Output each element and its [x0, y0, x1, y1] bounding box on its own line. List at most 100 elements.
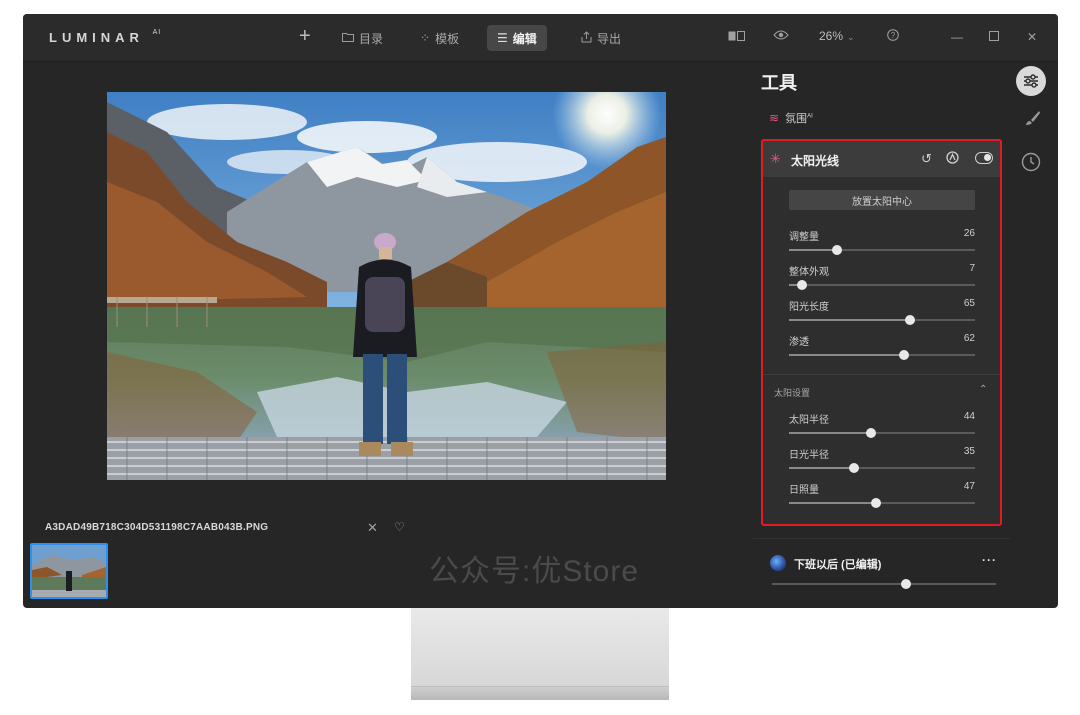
tab-catalog[interactable]: 目录	[332, 25, 393, 51]
monitor-stand-base	[411, 686, 669, 700]
slider-value: 35	[963, 446, 975, 457]
sunrays-toggle[interactable]	[975, 152, 993, 164]
slider-knob[interactable]	[901, 579, 912, 589]
close-icon[interactable]: ✕	[1027, 29, 1037, 45]
file-name: A3DAD49B718C304D531198C7AAB043B.PNG	[45, 522, 269, 533]
sunrays-tool-panel: ✳ 太阳光线 ↺ 放置太阳中心 调整量 26 整体外观 7 阳光长度 65 渗透…	[761, 139, 1002, 526]
photo-canvas[interactable]	[107, 92, 666, 480]
atmosphere-label-text: 氛围	[785, 113, 808, 125]
tab-export[interactable]: 导出	[571, 25, 631, 51]
slider-knob[interactable]	[797, 280, 808, 290]
eye-icon[interactable]	[773, 29, 789, 45]
tab-catalog-label: 目录	[359, 31, 384, 46]
sliders-icon	[1024, 74, 1038, 88]
place-sun-center-button[interactable]: 放置太阳中心	[789, 190, 975, 210]
logo-sup: AI	[152, 28, 162, 36]
tool-atmosphere-label: 氛围AI	[785, 110, 813, 126]
help-icon[interactable]: ?	[887, 29, 899, 45]
preset-avatar	[770, 555, 786, 571]
sun-settings-section[interactable]: 太阳设置	[774, 386, 810, 399]
chevron-down-icon: ⌄	[847, 32, 855, 42]
slider-fill	[789, 319, 910, 321]
slider-fill	[789, 249, 838, 251]
atmosphere-label-sup: AI	[807, 113, 813, 120]
slider-label: 日光半径	[789, 450, 829, 461]
slider-label: 整体外观	[789, 267, 829, 278]
atmosphere-icon: ≋	[769, 111, 780, 125]
slider-knob[interactable]	[849, 463, 860, 473]
zoom-select[interactable]: 26% ⌄	[819, 29, 855, 43]
slider-knob[interactable]	[832, 245, 843, 255]
app-logo: LUMINAR AI	[49, 28, 162, 45]
slider-label: 渗透	[789, 337, 809, 348]
zoom-value: 26%	[819, 29, 844, 43]
preset-name[interactable]: 下班以后 (已编辑)	[794, 556, 881, 572]
sun-icon: ✳	[770, 151, 781, 166]
sunrays-title: 太阳光线	[791, 154, 840, 168]
chevron-up-icon[interactable]: ⌃	[979, 384, 987, 395]
brush-icon[interactable]	[1025, 110, 1041, 131]
top-toolbar: LUMINAR AI + 目录 ⁘ 模板 ☰ 编辑 导出 26% ⌄ ? — ✕	[23, 14, 1058, 62]
sliders-icon: ☰	[497, 31, 508, 45]
compare-view-icon[interactable]	[728, 29, 746, 45]
slider-track[interactable]	[789, 428, 975, 438]
slider-value: 47	[963, 481, 975, 492]
slider-value: 65	[963, 298, 975, 309]
slider-track[interactable]	[789, 280, 975, 290]
slider-fill	[789, 467, 855, 469]
slider-sun-radius[interactable]: 太阳半径 44	[789, 411, 975, 438]
tool-atmosphere[interactable]: ≋ 氛围AI	[769, 110, 813, 126]
image-thumbnail[interactable]	[30, 543, 108, 599]
slider-glow-amount[interactable]: 日照量 47	[789, 481, 975, 508]
divider	[763, 374, 1000, 375]
history-icon[interactable]	[1021, 152, 1041, 177]
heart-icon[interactable]: ♡	[394, 520, 405, 534]
preset-card: 下班以后 (已编辑) ···	[753, 538, 1010, 598]
slider-penetration[interactable]: 渗透 62	[789, 333, 975, 360]
slider-value: 62	[963, 333, 975, 344]
undo-icon[interactable]: ↺	[921, 151, 932, 167]
folder-icon	[342, 31, 354, 45]
slider-value: 26	[963, 228, 975, 239]
tab-edit-label: 编辑	[512, 31, 537, 46]
slider-knob[interactable]	[871, 498, 882, 508]
thumbnail-photo	[32, 545, 106, 597]
logo-text: LUMINAR	[49, 30, 144, 45]
slider-value: 44	[963, 411, 975, 422]
slider-track[interactable]	[789, 463, 975, 473]
more-icon[interactable]: ···	[982, 553, 997, 567]
slider-label: 阳光长度	[789, 302, 829, 313]
slider-fill	[789, 502, 877, 504]
tab-templates-label: 模板	[435, 31, 460, 46]
slider-value: 7	[969, 263, 975, 274]
slider-amount[interactable]: 调整量 26	[789, 228, 975, 255]
tools-panel-button[interactable]	[1016, 66, 1046, 96]
close-file-icon[interactable]: ✕	[367, 520, 378, 536]
watermark-text: 公众号:优Store	[429, 555, 640, 588]
add-button[interactable]: +	[299, 26, 311, 46]
slider-label: 调整量	[789, 232, 819, 243]
mask-icon[interactable]	[946, 151, 959, 167]
slider-track[interactable]	[789, 498, 975, 508]
sunrays-header[interactable]: ✳ 太阳光线 ↺	[763, 141, 1000, 177]
tab-templates[interactable]: ⁘ 模板	[410, 25, 469, 51]
slider-fill	[789, 354, 905, 356]
luminar-window: LUMINAR AI + 目录 ⁘ 模板 ☰ 编辑 导出 26% ⌄ ? — ✕…	[23, 14, 1058, 608]
slider-knob[interactable]	[904, 315, 915, 325]
slider-knob[interactable]	[865, 428, 876, 438]
tab-export-label: 导出	[597, 31, 622, 46]
slider-label: 日照量	[789, 485, 819, 496]
slider-overall-look[interactable]: 整体外观 7	[789, 263, 975, 290]
maximize-icon[interactable]	[989, 29, 999, 45]
slider-knob[interactable]	[899, 350, 910, 360]
slider-track[interactable]	[789, 350, 975, 360]
slider-glow-radius[interactable]: 日光半径 35	[789, 446, 975, 473]
tools-title: 工具	[761, 73, 797, 93]
minimize-icon[interactable]: —	[951, 29, 963, 45]
slider-track[interactable]	[789, 315, 975, 325]
slider-track[interactable]	[789, 245, 975, 255]
slider-ray-length[interactable]: 阳光长度 65	[789, 298, 975, 325]
preset-amount-slider[interactable]	[772, 579, 996, 589]
landscape-photo	[107, 92, 666, 480]
tab-edit[interactable]: ☰ 编辑	[487, 25, 547, 51]
